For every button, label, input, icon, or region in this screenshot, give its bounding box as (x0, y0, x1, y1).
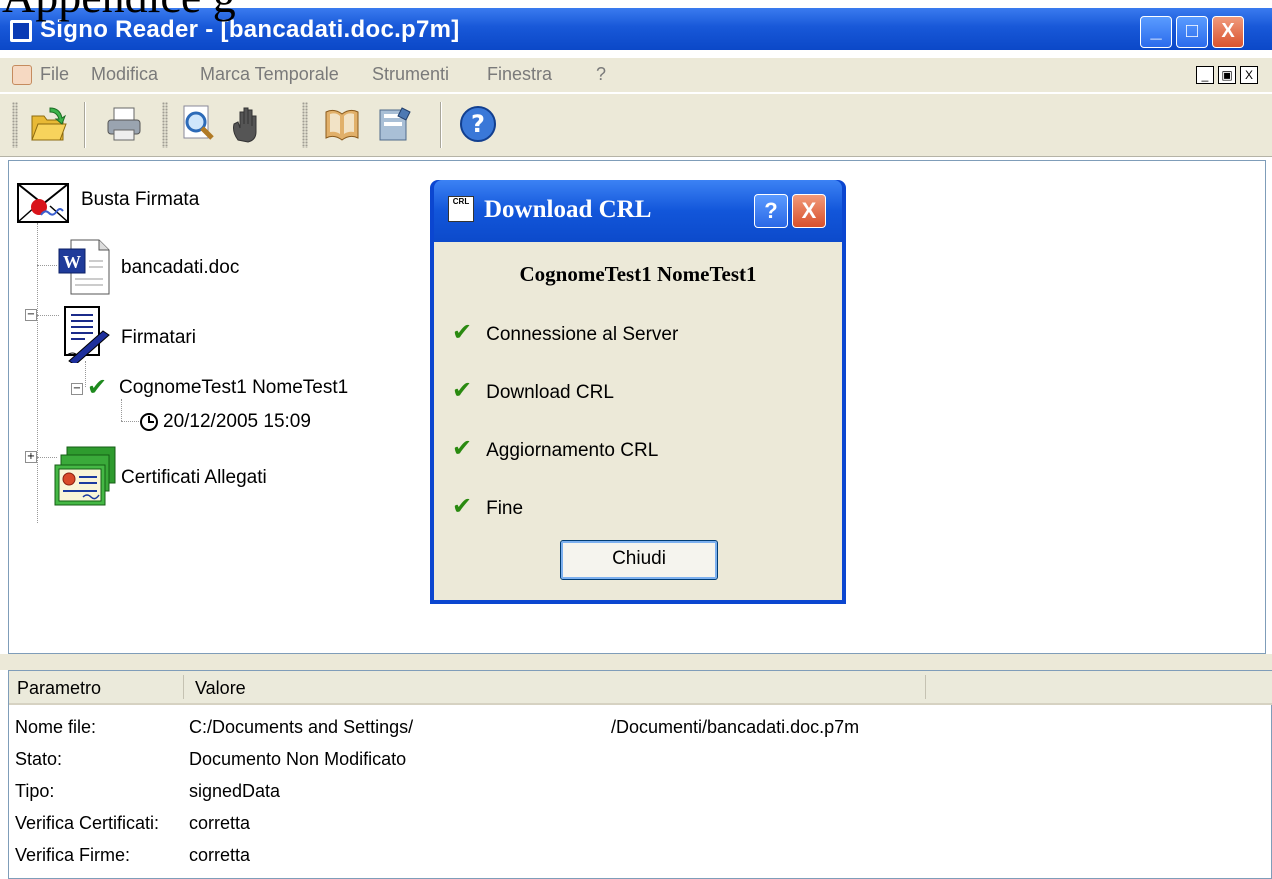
tree-line (121, 421, 139, 422)
crl-icon: CRL (448, 196, 474, 222)
dialog-signer-name: CognomeTest1 NomeTest1 (519, 262, 757, 286)
menu-file[interactable]: File (40, 64, 69, 85)
step-aggiornamento: ✔ Aggiornamento CRL (452, 434, 658, 462)
book-icon[interactable] (322, 104, 362, 144)
toolbar-separator (440, 102, 442, 148)
step-fine: ✔ Fine (452, 492, 523, 520)
word-document-icon: W (58, 239, 110, 295)
page-caption: Appendice g (2, 0, 236, 23)
toolbar: ? (0, 94, 1272, 157)
toolbar-grip[interactable] (302, 102, 308, 148)
tree-node-certificati[interactable]: Certificati Allegati (121, 467, 267, 489)
step-connessione: ✔ Connessione al Server (452, 318, 678, 346)
clock-icon (140, 413, 158, 431)
help-icon[interactable]: ? (458, 104, 498, 144)
toolbar-grip[interactable] (162, 102, 168, 148)
check-icon: ✔ (452, 434, 473, 462)
tree-node-document[interactable]: bancadati.doc (121, 257, 239, 279)
row-value-verifica-certificati: corretta (189, 813, 251, 833)
svg-text:?: ? (471, 110, 485, 138)
dialog-body: CognomeTest1 NomeTest1 ✔ Connessione al S… (434, 242, 842, 600)
mdi-minimize-button[interactable]: _ (1196, 66, 1214, 84)
attached-certificates-icon (54, 446, 116, 506)
dialog-title-bar[interactable]: CRL Download CRL ? X (434, 180, 842, 242)
step-download: ✔ Download CRL (452, 376, 614, 404)
menu-finestra[interactable]: Finestra (487, 64, 552, 85)
tree-line (37, 315, 59, 316)
column-divider[interactable] (925, 675, 926, 699)
dialog-help-button[interactable]: ? (754, 194, 788, 228)
tree-line (121, 399, 122, 421)
signers-icon (64, 306, 110, 363)
mdi-close-button[interactable]: X (1240, 66, 1258, 84)
toolbar-grip[interactable] (12, 102, 18, 148)
tree-node-timestamp[interactable]: 20/12/2005 15:09 (163, 411, 311, 433)
close-button[interactable]: X (1212, 16, 1244, 48)
dialog-title: Download CRL (484, 196, 652, 223)
row-label-nome-file: Nome file: (15, 717, 97, 737)
row-value-verifica-firme: corretta (189, 845, 251, 865)
tree-node-busta-firmata[interactable]: Busta Firmata (81, 189, 199, 211)
menu-bar: File Modifica Marca Temporale Strumenti … (0, 58, 1272, 92)
step-label: Download CRL (486, 382, 614, 403)
properties-panel: Parametro Valore Nome file: C:/Documents… (8, 670, 1272, 879)
mdi-restore-button[interactable]: ▣ (1218, 66, 1236, 84)
certificate-icon[interactable] (376, 104, 416, 144)
print-icon[interactable] (104, 104, 144, 144)
document-menu-icon[interactable] (12, 65, 32, 85)
collapse-toggle[interactable]: − (25, 309, 37, 321)
chiudi-button[interactable]: Chiudi (560, 540, 718, 580)
dialog-close-button[interactable]: X (792, 194, 826, 228)
app-icon (10, 20, 32, 42)
hand-icon[interactable] (228, 104, 268, 144)
toolbar-separator (84, 102, 86, 148)
row-value-nome-file-path: /Documenti/bancadati.doc.p7m (611, 717, 860, 737)
check-icon: ✔ (452, 376, 473, 404)
pane-splitter[interactable] (0, 654, 1272, 670)
row-label-verifica-firme: Verifica Firme: (15, 845, 131, 865)
menu-marca-temporale[interactable]: Marca Temporale (200, 64, 339, 85)
tree-node-firmatari[interactable]: Firmatari (121, 327, 196, 349)
check-icon: ✔ (452, 318, 473, 346)
app-window: Signo Reader - [bancadati.doc.p7m] _ □ X… (0, 0, 1272, 879)
expand-toggle[interactable]: + (25, 451, 37, 463)
step-label: Aggiornamento CRL (486, 440, 659, 461)
check-icon: ✔ (452, 492, 473, 520)
tree-line (37, 223, 38, 523)
valid-check-icon: ✔ (87, 373, 108, 401)
row-value-tipo: signedData (189, 781, 281, 801)
open-folder-icon[interactable] (28, 104, 68, 144)
maximize-button[interactable]: □ (1176, 16, 1208, 48)
signed-envelope-icon (17, 183, 69, 223)
menu-modifica[interactable]: Modifica (91, 64, 158, 85)
column-divider[interactable] (183, 675, 184, 699)
collapse-toggle[interactable]: − (71, 383, 83, 395)
column-header-valore[interactable]: Valore (195, 678, 246, 699)
tree-line (85, 361, 86, 387)
search-icon[interactable] (178, 104, 218, 144)
row-value-nome-file: C:/Documents and Settings/ (189, 717, 414, 737)
column-header-parametro[interactable]: Parametro (17, 678, 101, 699)
row-label-verifica-certificati: Verifica Certificati: (15, 813, 160, 833)
step-label: Fine (486, 498, 524, 519)
step-label: Connessione al Server (486, 324, 679, 345)
tree-line (37, 265, 57, 266)
row-label-stato: Stato: (15, 749, 63, 769)
svg-text:W: W (63, 252, 81, 272)
row-label-tipo: Tipo: (15, 781, 55, 801)
download-crl-dialog: CRL Download CRL ? X CognomeTest1 NomeTe… (430, 180, 846, 604)
minimize-button[interactable]: _ (1140, 16, 1172, 48)
properties-header: Parametro Valore (9, 671, 1272, 705)
menu-strumenti[interactable]: Strumenti (372, 64, 449, 85)
menu-help[interactable]: ? (596, 64, 606, 85)
tree-node-signer[interactable]: CognomeTest1 NomeTest1 (119, 377, 348, 399)
row-value-stato: Documento Non Modificato (189, 749, 407, 769)
